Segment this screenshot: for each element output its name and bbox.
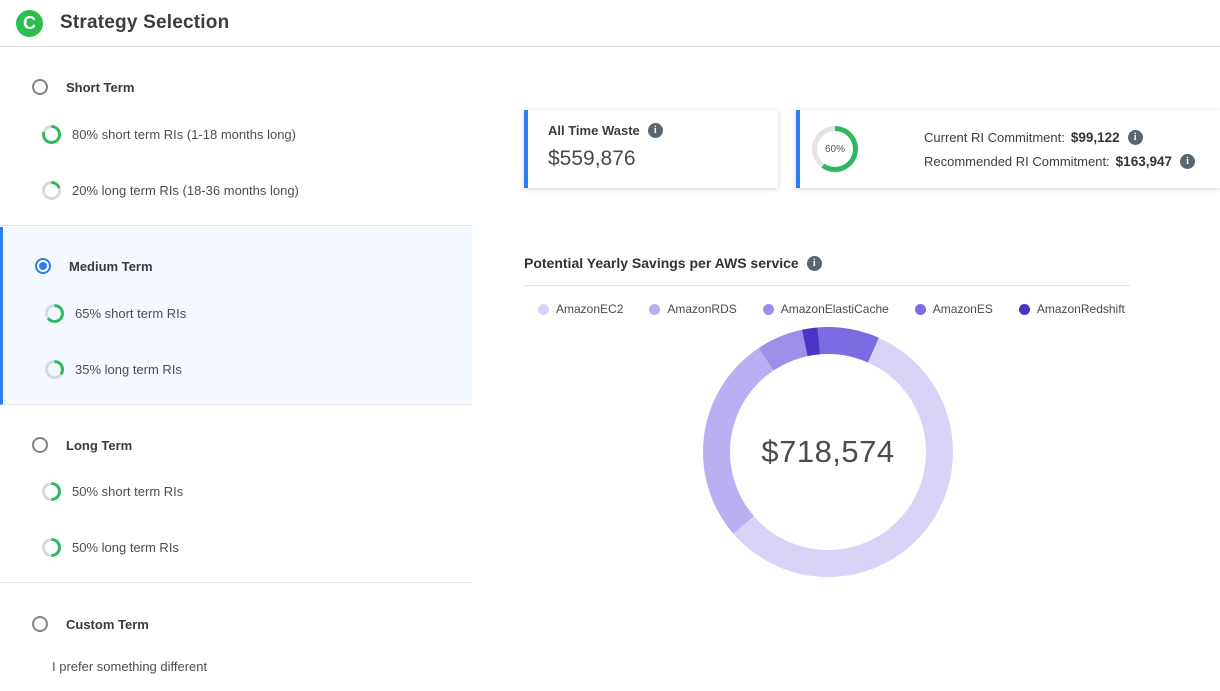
current-commitment-row: Current RI Commitment: $99,122 [924,130,1195,145]
custom-term-description: I prefer something different [52,659,472,674]
progress-ring-icon [42,482,61,501]
savings-total-value: $718,574 [761,434,894,470]
legend-label: AmazonRDS [667,302,736,316]
strategy-option-long-term[interactable]: Long Term 50% short term RIs 50% long te… [0,406,472,583]
strategy-sub-option: 65% short term RIs [75,306,186,321]
legend-dot [649,304,660,315]
legend-dot [915,304,926,315]
brand-logo-icon [16,10,43,37]
info-icon[interactable] [648,123,663,138]
legend-dot [1019,304,1030,315]
legend-dot [763,304,774,315]
progress-ring-icon [45,360,64,379]
current-commitment-label: Current RI Commitment: [924,130,1065,145]
info-icon[interactable] [1180,154,1195,169]
legend-item-amazonec2[interactable]: AmazonEC2 [538,302,623,316]
legend-dot [538,304,549,315]
legend-item-amazonredshift[interactable]: AmazonRedshift [1019,302,1125,316]
strategy-sub-option: 80% short term RIs (1-18 months long) [72,127,296,142]
strategy-option-custom-term[interactable]: Custom Term I prefer something different [0,584,472,691]
chart-legend: AmazonEC2 AmazonRDS AmazonElastiCache Am… [538,302,1125,316]
progress-ring-icon [42,181,61,200]
strategy-label: Short Term [66,80,134,95]
waste-value: $559,876 [548,147,764,171]
radio-short-term[interactable] [32,79,48,95]
savings-section-header: Potential Yearly Savings per AWS service [524,255,1130,286]
strategy-label: Long Term [66,438,132,453]
strategy-option-short-term[interactable]: Short Term 80% short term RIs (1-18 mont… [0,60,472,226]
recommended-commitment-row: Recommended RI Commitment: $163,947 [924,154,1195,169]
all-time-waste-card: All Time Waste $559,876 [524,110,778,188]
progress-ring-icon [42,125,61,144]
page-header: Strategy Selection [0,0,1220,47]
progress-ring-icon [42,538,61,557]
strategy-label: Custom Term [66,617,149,632]
strategy-sub-option: 20% long term RIs (18-36 months long) [72,183,299,198]
strategy-sub-option: 50% short term RIs [72,484,183,499]
legend-label: AmazonRedshift [1037,302,1125,316]
legend-item-amazonelasticache[interactable]: AmazonElastiCache [763,302,889,316]
recommended-commitment-label: Recommended RI Commitment: [924,154,1110,169]
strategy-label: Medium Term [69,259,153,274]
page-title: Strategy Selection [60,12,229,34]
waste-card-title: All Time Waste [548,123,640,138]
legend-item-amazonrds[interactable]: AmazonRDS [649,302,736,316]
ri-commitment-card: 60% Current RI Commitment: $99,122 Recom… [796,110,1220,188]
strategy-sub-option: 35% long term RIs [75,362,182,377]
gauge-percent-label: 60% [825,144,845,155]
radio-long-term[interactable] [32,437,48,453]
info-icon[interactable] [807,256,822,271]
savings-title: Potential Yearly Savings per AWS service [524,255,799,271]
info-icon[interactable] [1128,130,1143,145]
current-commitment-value: $99,122 [1071,130,1120,145]
savings-donut-chart: $718,574 [703,327,953,577]
strategy-option-medium-term[interactable]: Medium Term 65% short term RIs 35% long … [0,227,472,405]
legend-label: AmazonEC2 [556,302,623,316]
legend-item-amazones[interactable]: AmazonES [915,302,993,316]
legend-label: AmazonElastiCache [781,302,889,316]
legend-label: AmazonES [933,302,993,316]
commitment-gauge: 60% [812,126,858,172]
radio-medium-term[interactable] [35,258,51,274]
recommended-commitment-value: $163,947 [1116,154,1172,169]
progress-ring-icon [45,304,64,323]
strategy-selection-page: Strategy Selection Short Term 80% short … [0,0,1220,691]
strategy-sub-option: 50% long term RIs [72,540,179,555]
radio-custom-term[interactable] [32,616,48,632]
